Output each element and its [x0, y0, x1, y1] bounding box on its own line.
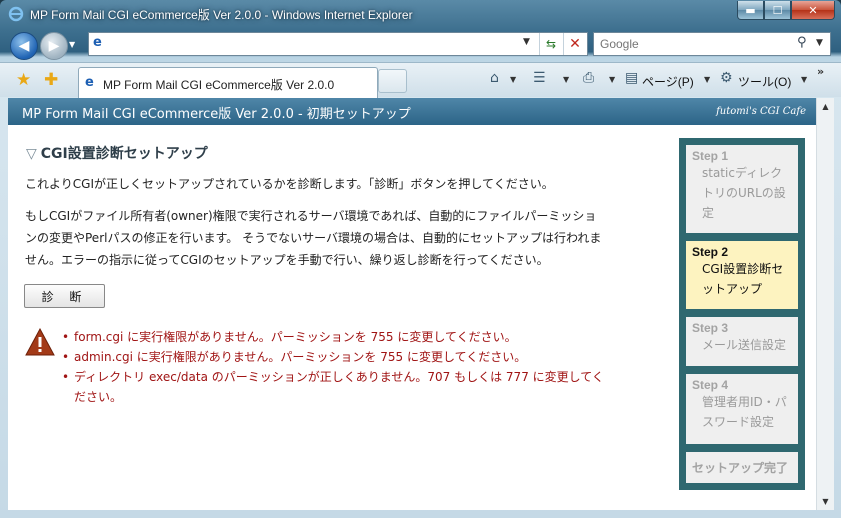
print-icon[interactable]: ⎙	[583, 70, 594, 86]
step-line: 管理者用ID・パ	[702, 395, 787, 409]
refresh-icon[interactable]: ⇆	[539, 33, 562, 55]
feeds-icon[interactable]: ☰	[533, 70, 546, 86]
step-4: Step 4 管理者用ID・パ スワード設定	[686, 374, 798, 444]
scroll-up-icon[interactable]: ▲	[817, 98, 834, 115]
error-item-line: ディレクトリ exec/data のパーミッションが正しくありません。707 も…	[74, 370, 604, 384]
browser-window: MP Form Mail CGI eCommerce版 Ver 2.0.0 - …	[0, 0, 841, 518]
step-number: Step 2	[692, 245, 729, 259]
banner-title: MP Form Mail CGI eCommerce版 Ver 2.0.0 - …	[22, 107, 411, 122]
print-dropdown-icon[interactable]: ▼	[609, 75, 615, 84]
search-dropdown-icon[interactable]: ▼	[816, 38, 823, 48]
step-line: CGI設置診断セ	[702, 262, 784, 276]
chevron-more-icon[interactable]: »	[817, 65, 824, 78]
title-bar: MP Form Mail CGI eCommerce版 Ver 2.0.0 - …	[0, 0, 841, 28]
page-icon: e	[93, 35, 102, 50]
triangle-icon: ▽	[26, 146, 37, 162]
page-title-text: CGI設置診断セットアップ	[40, 146, 208, 162]
back-button[interactable]: ◀	[10, 32, 38, 60]
ie-logo-icon	[8, 6, 24, 22]
step-2: Step 2 CGI設置診断セ ットアップ	[686, 241, 798, 309]
gear-icon: ⚙	[720, 70, 733, 86]
page-content: MP Form Mail CGI eCommerce版 Ver 2.0.0 - …	[8, 98, 816, 510]
favorites-star-icon[interactable]: ★	[16, 70, 31, 90]
error-item-line: ださい。	[74, 390, 123, 404]
step-description: メール送信設定	[692, 335, 792, 355]
navigation-bar: ◀ ▶ ▼ e ▼ ⇆ ✕ ⚲ ▼	[0, 28, 841, 62]
search-input[interactable]	[598, 35, 792, 53]
page-title: ▽ CGI設置診断セットアップ	[26, 143, 208, 163]
search-box[interactable]: ⚲ ▼	[593, 32, 831, 56]
step-line: トリのURLの設	[702, 186, 786, 200]
address-dropdown-icon[interactable]: ▼	[523, 37, 530, 47]
step-line: staticディレク	[702, 166, 783, 180]
warning-icon	[25, 328, 55, 356]
setup-steps-panel: Step 1 staticディレク トリのURLの設 定 Step 2 CGI設…	[679, 138, 805, 490]
explanation-line: せん。エラーの指示に従ってCGIのセットアップを手動で行い、繰り返し診断を行って…	[25, 253, 549, 267]
page-menu[interactable]: ページ(P)	[642, 73, 694, 90]
page-icon: e	[85, 75, 94, 90]
page-dropdown-icon[interactable]: ▼	[704, 75, 710, 84]
header-banner: MP Form Mail CGI eCommerce版 Ver 2.0.0 - …	[8, 98, 816, 125]
brand-logo[interactable]: futomi's CGI Cafe	[716, 106, 806, 117]
step-3: Step 3 メール送信設定	[686, 317, 798, 366]
address-bar[interactable]: e ▼ ⇆ ✕	[88, 32, 588, 56]
step-line: 定	[702, 206, 715, 220]
step-1: Step 1 staticディレク トリのURLの設 定	[686, 145, 798, 233]
explanation-line: ンの変更やPerlパスの修正を行います。 そうでないサーバ環境の場合は、自動的に…	[25, 231, 602, 245]
scroll-down-icon[interactable]: ▼	[817, 493, 834, 510]
tools-menu[interactable]: ツール(O)	[738, 73, 791, 90]
history-dropdown-icon[interactable]: ▼	[69, 40, 75, 49]
home-dropdown-icon[interactable]: ▼	[510, 75, 516, 84]
window-controls: ▬ ☐ ✕	[737, 1, 835, 20]
add-favorites-icon[interactable]: ✚	[44, 70, 58, 90]
tab-current[interactable]: e MP Form Mail CGI eCommerce版 Ver 2.0.0	[78, 67, 378, 98]
feeds-dropdown-icon[interactable]: ▼	[563, 75, 569, 84]
error-item: ディレクトリ exec/data のパーミッションが正しくありません。707 も…	[62, 367, 662, 407]
step-line: スワード設定	[702, 415, 775, 429]
step-line: メール送信設定	[702, 338, 787, 352]
error-item: form.cgi に実行権限がありません。パーミッションを 755 に変更してく…	[62, 327, 662, 347]
error-item: admin.cgi に実行権限がありません。パーミッションを 755 に変更して…	[62, 347, 662, 367]
step-description: CGI設置診断セ ットアップ	[692, 259, 792, 299]
step-description: staticディレク トリのURLの設 定	[692, 163, 792, 223]
window-title: MP Form Mail CGI eCommerce版 Ver 2.0.0 - …	[30, 8, 413, 22]
explanation-text: もしCGIがファイル所有者(owner)権限で実行されるサーバ環境であれば、自動…	[25, 205, 655, 271]
vertical-scrollbar[interactable]: ▲ ▼	[816, 98, 834, 510]
step-number: Step 3	[692, 321, 729, 335]
diagnose-button[interactable]: 診 断	[24, 284, 105, 308]
explanation-line: もしCGIがファイル所有者(owner)権限で実行されるサーバ環境であれば、自動…	[25, 209, 597, 223]
step-complete: セットアップ完了	[686, 452, 798, 483]
new-tab-button[interactable]	[378, 69, 407, 93]
error-list: form.cgi に実行権限がありません。パーミッションを 755 に変更してく…	[62, 327, 662, 407]
minimize-button[interactable]: ▬	[737, 1, 764, 20]
page-menu-icon: ▤	[625, 70, 639, 86]
close-button[interactable]: ✕	[791, 1, 835, 20]
search-icon[interactable]: ⚲	[797, 35, 807, 50]
step-number: Step 4	[692, 378, 729, 392]
maximize-button[interactable]: ☐	[764, 1, 791, 20]
tools-dropdown-icon[interactable]: ▼	[801, 75, 807, 84]
step-number: Step 1	[692, 149, 729, 163]
stop-icon[interactable]: ✕	[563, 33, 586, 55]
step-line: ットアップ	[702, 282, 763, 296]
home-icon[interactable]: ⌂	[490, 70, 499, 86]
forward-button[interactable]: ▶	[40, 32, 68, 60]
tab-bar: ★ ✚ e MP Form Mail CGI eCommerce版 Ver 2.…	[0, 62, 841, 98]
step-number: セットアップ完了	[692, 461, 789, 475]
tab-title: MP Form Mail CGI eCommerce版 Ver 2.0.0	[103, 78, 335, 92]
step-description: 管理者用ID・パ スワード設定	[692, 392, 792, 432]
intro-text: これよりCGIが正しくセットアップされているかを診断します。「診断」ボタンを押し…	[25, 177, 554, 191]
